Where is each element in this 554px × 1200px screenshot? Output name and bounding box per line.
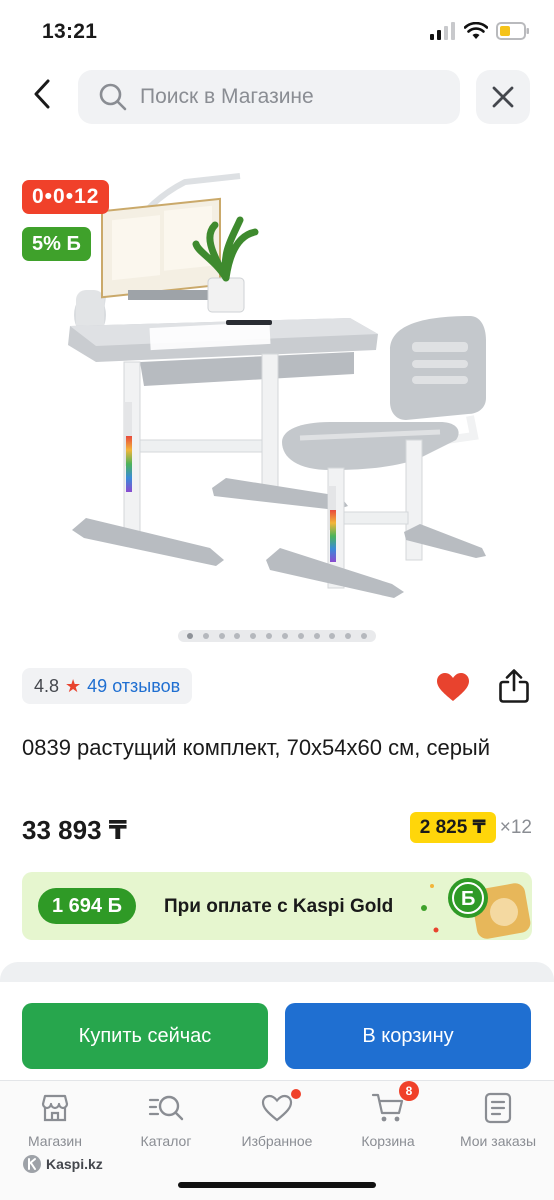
rating-summary[interactable]: 4.8 ★ 49 отзывов [22,668,193,704]
gallery-dot[interactable] [313,633,320,639]
gallery-pagination[interactable] [178,630,376,642]
wifi-icon [464,22,488,39]
gallery-dot[interactable] [266,633,273,639]
tab-label: Мои заказы [459,1133,537,1149]
installment-info[interactable]: 2 825 ₸ ×12 [409,812,532,843]
gold-bonus-text: При оплате с Kaspi Gold [164,896,394,917]
back-button[interactable] [22,74,62,114]
favorites-notification-dot [291,1089,301,1099]
heart-outline-icon [261,1094,293,1122]
gallery-dot[interactable] [297,633,304,639]
catalog-search-icon [148,1095,184,1121]
kaspi-gold-banner[interactable]: 1 694 Б При оплате с Kaspi Gold Б [22,872,532,940]
add-to-cart-button[interactable]: В корзину [285,1003,531,1069]
status-icons [430,22,530,40]
search-header: Поиск в Магазине [0,64,554,132]
section-divider [0,962,554,982]
tab-catalog[interactable]: Каталог [111,1091,221,1149]
favorite-button[interactable] [436,672,470,707]
gallery-dot[interactable] [329,633,336,639]
product-price: 33 893 ₸ [22,815,127,845]
tab-label: Избранное [241,1133,313,1149]
store-icon [41,1094,69,1122]
gallery-dot[interactable] [186,633,193,639]
gallery-dot[interactable] [202,633,209,639]
tab-label: Корзина [361,1133,415,1149]
tab-cart[interactable]: 8 Корзина [333,1081,443,1149]
timer-badge: 0•0•12 [22,180,110,214]
share-button[interactable] [498,668,530,709]
gallery-dot[interactable] [281,633,288,639]
tab-favorites[interactable]: Избранное [222,1089,332,1149]
kaspi-gold-card-icon: Б [421,878,531,939]
brand-name: Kaspi.kz [46,1156,103,1172]
buy-now-button[interactable]: Купить сейчас [22,1003,268,1069]
close-button[interactable] [476,70,530,124]
search-icon [99,83,127,111]
kaspi-brand: Kaspi.kz [22,1154,103,1174]
tab-store[interactable]: Магазин [0,1091,110,1149]
tab-orders[interactable]: Мои заказы [443,1091,553,1149]
close-icon [492,86,514,108]
product-image-gallery[interactable]: 0•0•12 5% Б [0,140,554,650]
search-placeholder: Поиск в Магазине [140,85,314,108]
gallery-dot[interactable] [234,633,241,639]
status-time: 13:21 [42,20,98,43]
tab-label: Магазин [27,1133,82,1149]
gallery-dot[interactable] [361,633,368,639]
battery-icon [496,22,529,40]
chevron-left-icon [34,79,50,109]
reviews-link[interactable]: 49 отзывов [87,676,180,697]
product-title: 0839 растущий комплект, 70х54х60 см, сер… [22,735,491,760]
search-input[interactable]: Поиск в Магазине [78,70,460,124]
orders-icon [484,1092,512,1124]
signal-icon [430,22,455,40]
cart-count-badge: 8 [399,1081,419,1101]
gallery-dot[interactable] [250,633,257,639]
heart-filled-icon [437,673,469,701]
star-icon: ★ [65,675,82,696]
rating-value: 4.8 [34,675,60,696]
tab-label: Каталог [140,1133,192,1149]
svg-text:Б: Б [461,888,475,910]
installment-amount: 2 825 ₸ [409,812,496,843]
bonus-percent-badge: 5% Б [22,227,91,261]
gallery-dot[interactable] [345,633,352,639]
gold-bonus-pill: 1 694 Б [38,888,136,924]
installment-multiplier: ×12 [499,816,532,838]
kaspi-logo-icon [23,1155,41,1173]
gallery-dot[interactable] [218,633,225,639]
share-icon [499,669,529,703]
home-indicator [178,1182,376,1188]
status-bar: 13:21 [0,0,554,64]
